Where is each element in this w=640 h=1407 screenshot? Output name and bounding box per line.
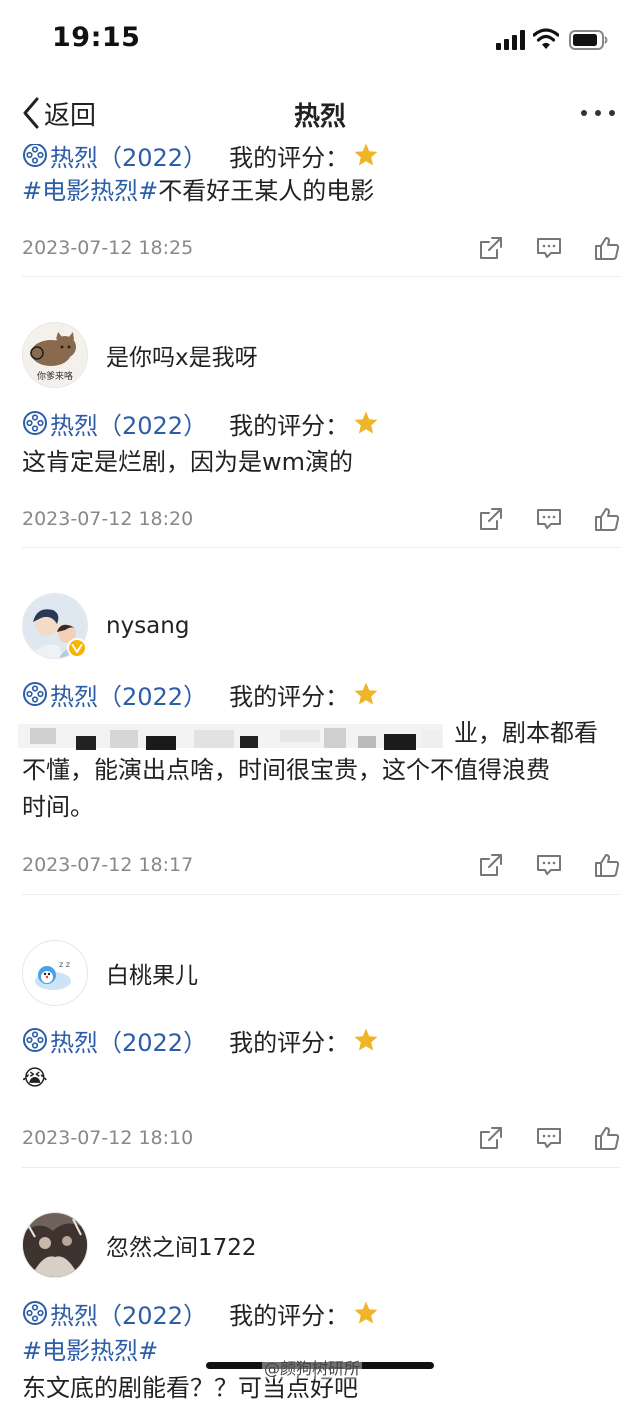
share-icon[interactable] xyxy=(478,235,504,261)
username[interactable]: 是你吗x是我呀 xyxy=(106,338,258,372)
star-icon xyxy=(354,143,378,166)
like-icon[interactable] xyxy=(594,506,620,532)
like-icon[interactable] xyxy=(594,852,620,878)
review-feed: 热烈（2022） 我的评分： #电影热烈#不看好王某人的电影 2023-07-1… xyxy=(0,0,640,1402)
comment-icon[interactable] xyxy=(536,235,562,261)
star-icon xyxy=(354,1301,378,1324)
review-date: 2023-07-12 18:25 xyxy=(22,237,194,259)
like-icon[interactable] xyxy=(594,235,620,261)
review-date: 2023-07-12 18:17 xyxy=(22,854,194,876)
divider xyxy=(22,276,620,277)
review-text: 这肯定是烂剧，因为是wm演的 xyxy=(22,448,354,476)
film-title: 热烈（2022） xyxy=(50,411,208,440)
review-text-line: 时间。 xyxy=(22,793,94,821)
verified-badge-icon xyxy=(67,638,87,658)
review-text-body: 不看好王某人的电影 xyxy=(158,177,375,205)
film-reel-icon xyxy=(23,143,47,167)
username[interactable]: 忽然之间1722 xyxy=(106,1228,257,1262)
avatar[interactable]: z z xyxy=(22,940,88,1006)
avatar[interactable]: 你爹来咯 xyxy=(22,322,88,388)
film-reel-icon xyxy=(23,1028,47,1052)
meta-row: 2023-07-12 18:20 xyxy=(22,504,620,534)
film-title: 热烈（2022） xyxy=(50,1028,208,1057)
weibo-watermark: @颜狗树研所 xyxy=(262,1355,363,1379)
comment-icon[interactable] xyxy=(536,852,562,878)
like-icon[interactable] xyxy=(594,1125,620,1151)
user-row[interactable]: nysang xyxy=(22,593,189,659)
share-icon[interactable] xyxy=(478,1125,504,1151)
review-text-visible-end: 业，剧本都看 xyxy=(454,719,598,747)
avatar[interactable] xyxy=(22,593,88,659)
review-text: #电影热烈#不看好王某人的电影 xyxy=(22,173,612,210)
svg-text:z z: z z xyxy=(59,960,70,969)
share-icon[interactable] xyxy=(478,506,504,532)
meta-row: 2023-07-12 18:10 xyxy=(22,1123,620,1153)
user-row[interactable]: 忽然之间1722 xyxy=(22,1212,257,1278)
film-title: 热烈（2022） xyxy=(50,682,208,711)
avatar[interactable] xyxy=(22,1212,88,1278)
divider xyxy=(22,1167,620,1168)
film-title: 热烈（2022） xyxy=(50,1301,208,1330)
photo-avatar-icon xyxy=(23,1213,87,1277)
comment-icon[interactable] xyxy=(536,1125,562,1151)
crying-emoji: 😭 xyxy=(22,1066,48,1091)
rating-label: 我的评分： xyxy=(229,682,350,711)
film-link-row[interactable]: 热烈（2022） 我的评分： xyxy=(22,406,379,440)
star-icon xyxy=(354,411,378,434)
avatar-caption: 你爹来咯 xyxy=(36,372,73,382)
film-link-row[interactable]: 热烈（2022） 我的评分： xyxy=(22,1296,379,1330)
page-title: 热烈 xyxy=(293,102,346,132)
comment-icon[interactable] xyxy=(536,506,562,532)
share-icon[interactable] xyxy=(478,852,504,878)
username[interactable]: nysang xyxy=(106,613,189,639)
meta-row: 2023-07-12 18:17 xyxy=(22,850,620,880)
film-reel-icon xyxy=(23,1301,47,1325)
username[interactable]: 白桃果儿 xyxy=(106,956,198,990)
film-link-row[interactable]: 热烈（2022） 我的评分： xyxy=(22,1023,379,1057)
film-reel-icon xyxy=(23,411,47,435)
divider xyxy=(22,547,620,548)
hashtag-link[interactable]: #电影热烈# xyxy=(22,1337,158,1365)
hashtag-link[interactable]: #电影热烈# xyxy=(22,177,158,205)
film-link-row[interactable]: 热烈（2022） 我的评分： xyxy=(22,677,379,711)
rating-label: 我的评分： xyxy=(229,411,350,440)
meta-row: 2023-07-12 18:25 xyxy=(22,233,620,263)
review-date: 2023-07-12 18:20 xyxy=(22,508,194,530)
rating-label: 我的评分： xyxy=(229,1028,350,1057)
more-dots-icon[interactable] xyxy=(580,108,616,118)
divider xyxy=(22,894,620,895)
star-icon xyxy=(354,1028,378,1051)
rating-label: 我的评分： xyxy=(229,1301,350,1330)
film-reel-icon xyxy=(23,682,47,706)
user-row[interactable]: 你爹来咯 是你吗x是我呀 xyxy=(22,322,258,388)
doraemon-avatar-icon: z z xyxy=(23,941,87,1005)
review-date: 2023-07-12 18:10 xyxy=(22,1127,194,1149)
nav-bar: 返回 热烈 xyxy=(0,82,640,144)
review-text-line: 不懂，能演出点啥，时间很宝贵，这个不值得浪费 xyxy=(22,756,550,784)
user-row[interactable]: z z 白桃果儿 xyxy=(22,940,198,1006)
star-icon xyxy=(354,682,378,705)
